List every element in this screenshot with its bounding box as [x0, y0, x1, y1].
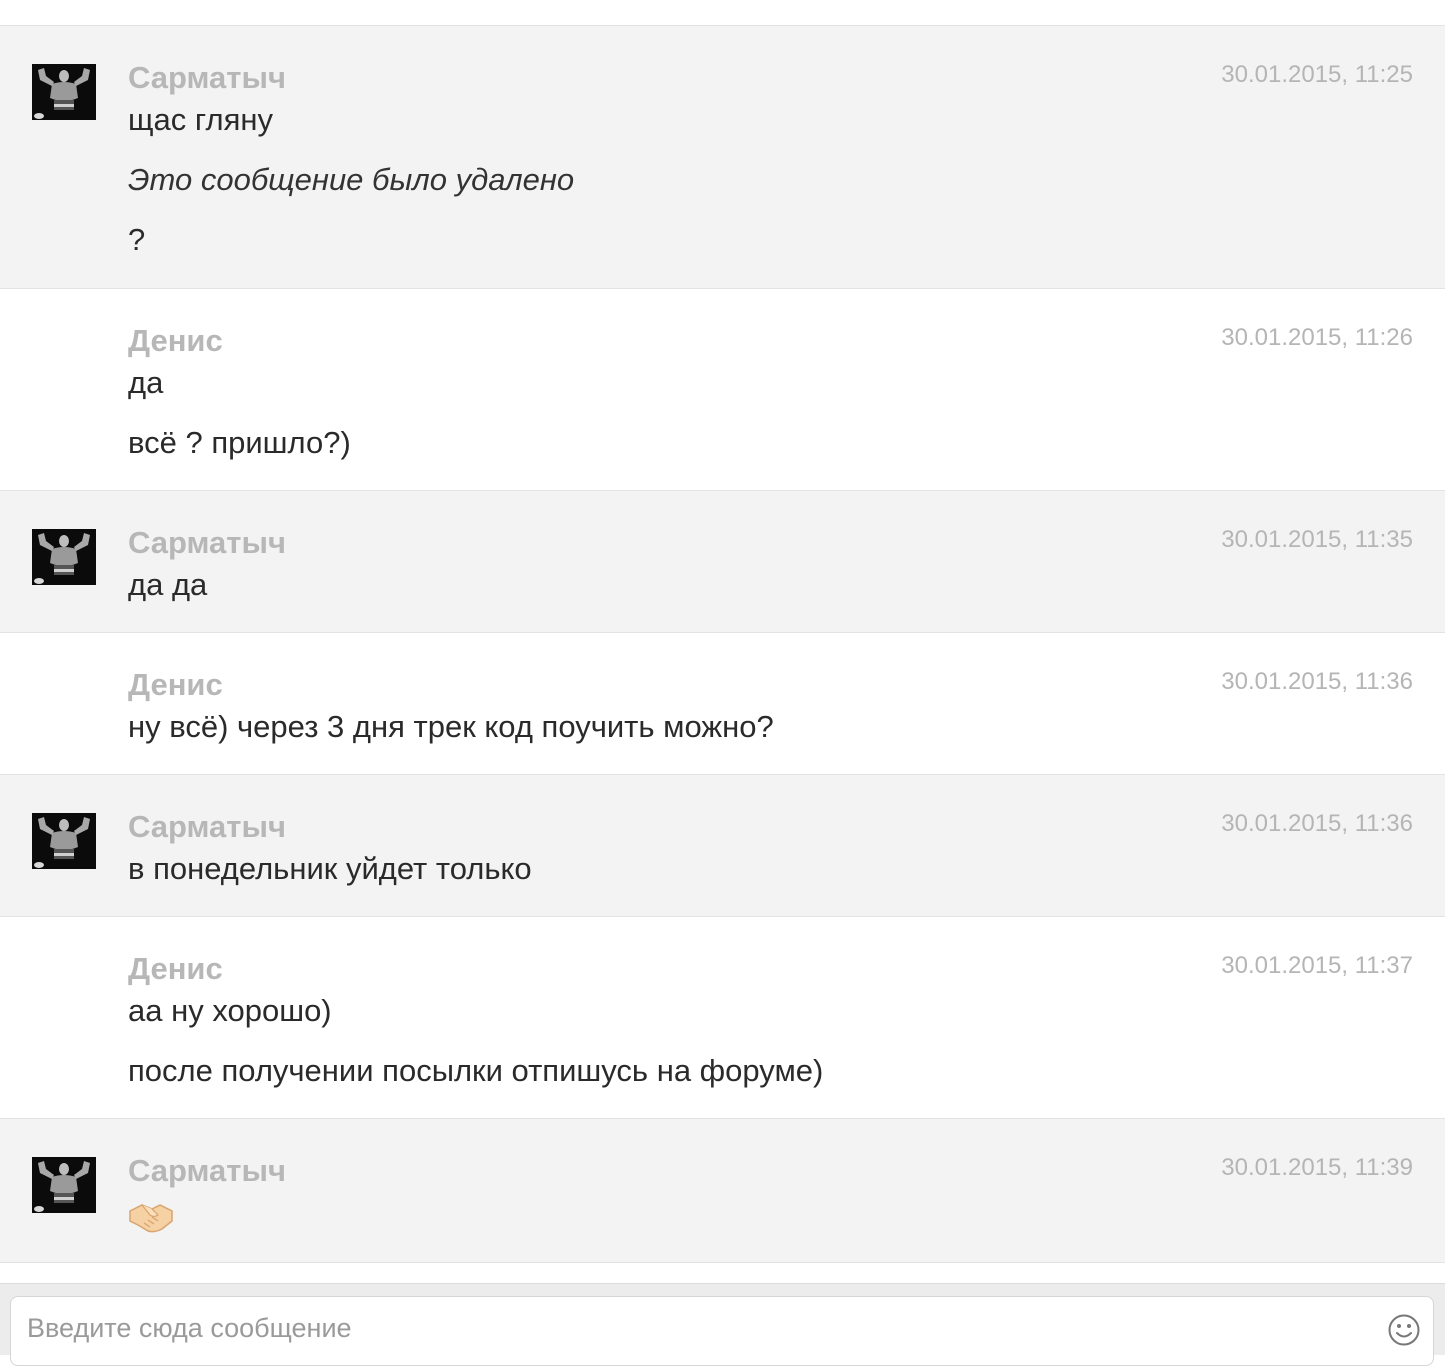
message-text: ? [128, 222, 146, 257]
message-timestamp: 30.01.2015, 11:36 [1221, 668, 1413, 695]
message-author[interactable]: Сарматыч [128, 809, 286, 845]
message-text: да да [128, 567, 208, 602]
message-emoji [128, 1199, 1405, 1239]
message-body: щас гляну Это сообщение было удалено ? [128, 102, 1405, 282]
message-item: Денис 30.01.2015, 11:36 ну всё) через 3 … [0, 633, 1445, 775]
message-timestamp: 30.01.2015, 11:39 [1221, 1154, 1413, 1181]
avatar[interactable] [32, 813, 96, 869]
message-text: аа ну хорошо) [128, 993, 332, 1028]
previous-message-edge [0, 0, 1445, 26]
message-body: ну всё) через 3 дня трек код поучить мож… [128, 709, 1405, 769]
message-item: Сарматыч 30.01.2015, 11:35 да да [0, 491, 1445, 633]
message-timestamp: 30.01.2015, 11:37 [1221, 952, 1413, 979]
message-timestamp: 30.01.2015, 11:36 [1221, 810, 1413, 837]
message-author[interactable]: Сарматыч [128, 60, 286, 96]
message-body: аа ну хорошо) после получении посылки от… [128, 993, 1405, 1113]
message-item: Денис 30.01.2015, 11:26 да всё ? пришло?… [0, 289, 1445, 491]
bodybuilder-avatar-image [32, 1157, 96, 1213]
message-item: Сарматыч 30.01.2015, 11:39 [0, 1119, 1445, 1263]
message-text: щас гляну [128, 102, 273, 137]
message-item: Сарматыч 30.01.2015, 11:36 в понедельник… [0, 775, 1445, 917]
avatar[interactable] [32, 529, 96, 585]
message-body: да да [128, 567, 1405, 627]
message-author[interactable]: Сарматыч [128, 1153, 286, 1189]
message-author[interactable]: Денис [128, 323, 223, 359]
avatar[interactable] [32, 64, 96, 120]
deleted-message-notice: Это сообщение было удалено [128, 162, 575, 197]
message-input-placeholder: Введите сюда сообщение [27, 1313, 352, 1343]
message-author[interactable]: Денис [128, 667, 223, 703]
bodybuilder-avatar-image [32, 529, 96, 585]
message-body [128, 1195, 1405, 1239]
message-author[interactable]: Сарматыч [128, 525, 286, 561]
message-item: Денис 30.01.2015, 11:37 аа ну хорошо) по… [0, 917, 1445, 1119]
smiley-icon [1388, 1314, 1420, 1346]
message-input[interactable]: Введите сюда сообщение [10, 1296, 1434, 1366]
message-text: ну всё) через 3 дня трек код поучить мож… [128, 709, 774, 744]
avatar[interactable] [32, 1157, 96, 1213]
message-body: в понедельник уйдет только [128, 851, 1405, 911]
message-text: после получении посылки отпишусь на фору… [128, 1053, 824, 1088]
handshake-emoji-icon [129, 1204, 173, 1233]
bodybuilder-avatar-image [32, 813, 96, 869]
composer-bar: Введите сюда сообщение [0, 1283, 1445, 1366]
message-timestamp: 30.01.2015, 11:26 [1221, 324, 1413, 351]
message-item: Сарматыч 30.01.2015, 11:25 щас гляну Это… [0, 26, 1445, 289]
message-timestamp: 30.01.2015, 11:25 [1221, 61, 1413, 88]
message-body: да всё ? пришло?) [128, 365, 1405, 485]
message-timestamp: 30.01.2015, 11:35 [1221, 526, 1413, 553]
message-text: да [128, 365, 164, 400]
bodybuilder-avatar-image [32, 64, 96, 120]
message-text: в понедельник уйдет только [128, 851, 532, 886]
message-author[interactable]: Денис [128, 951, 223, 987]
message-text: всё ? пришло?) [128, 425, 351, 460]
emoji-button[interactable] [1387, 1313, 1421, 1347]
